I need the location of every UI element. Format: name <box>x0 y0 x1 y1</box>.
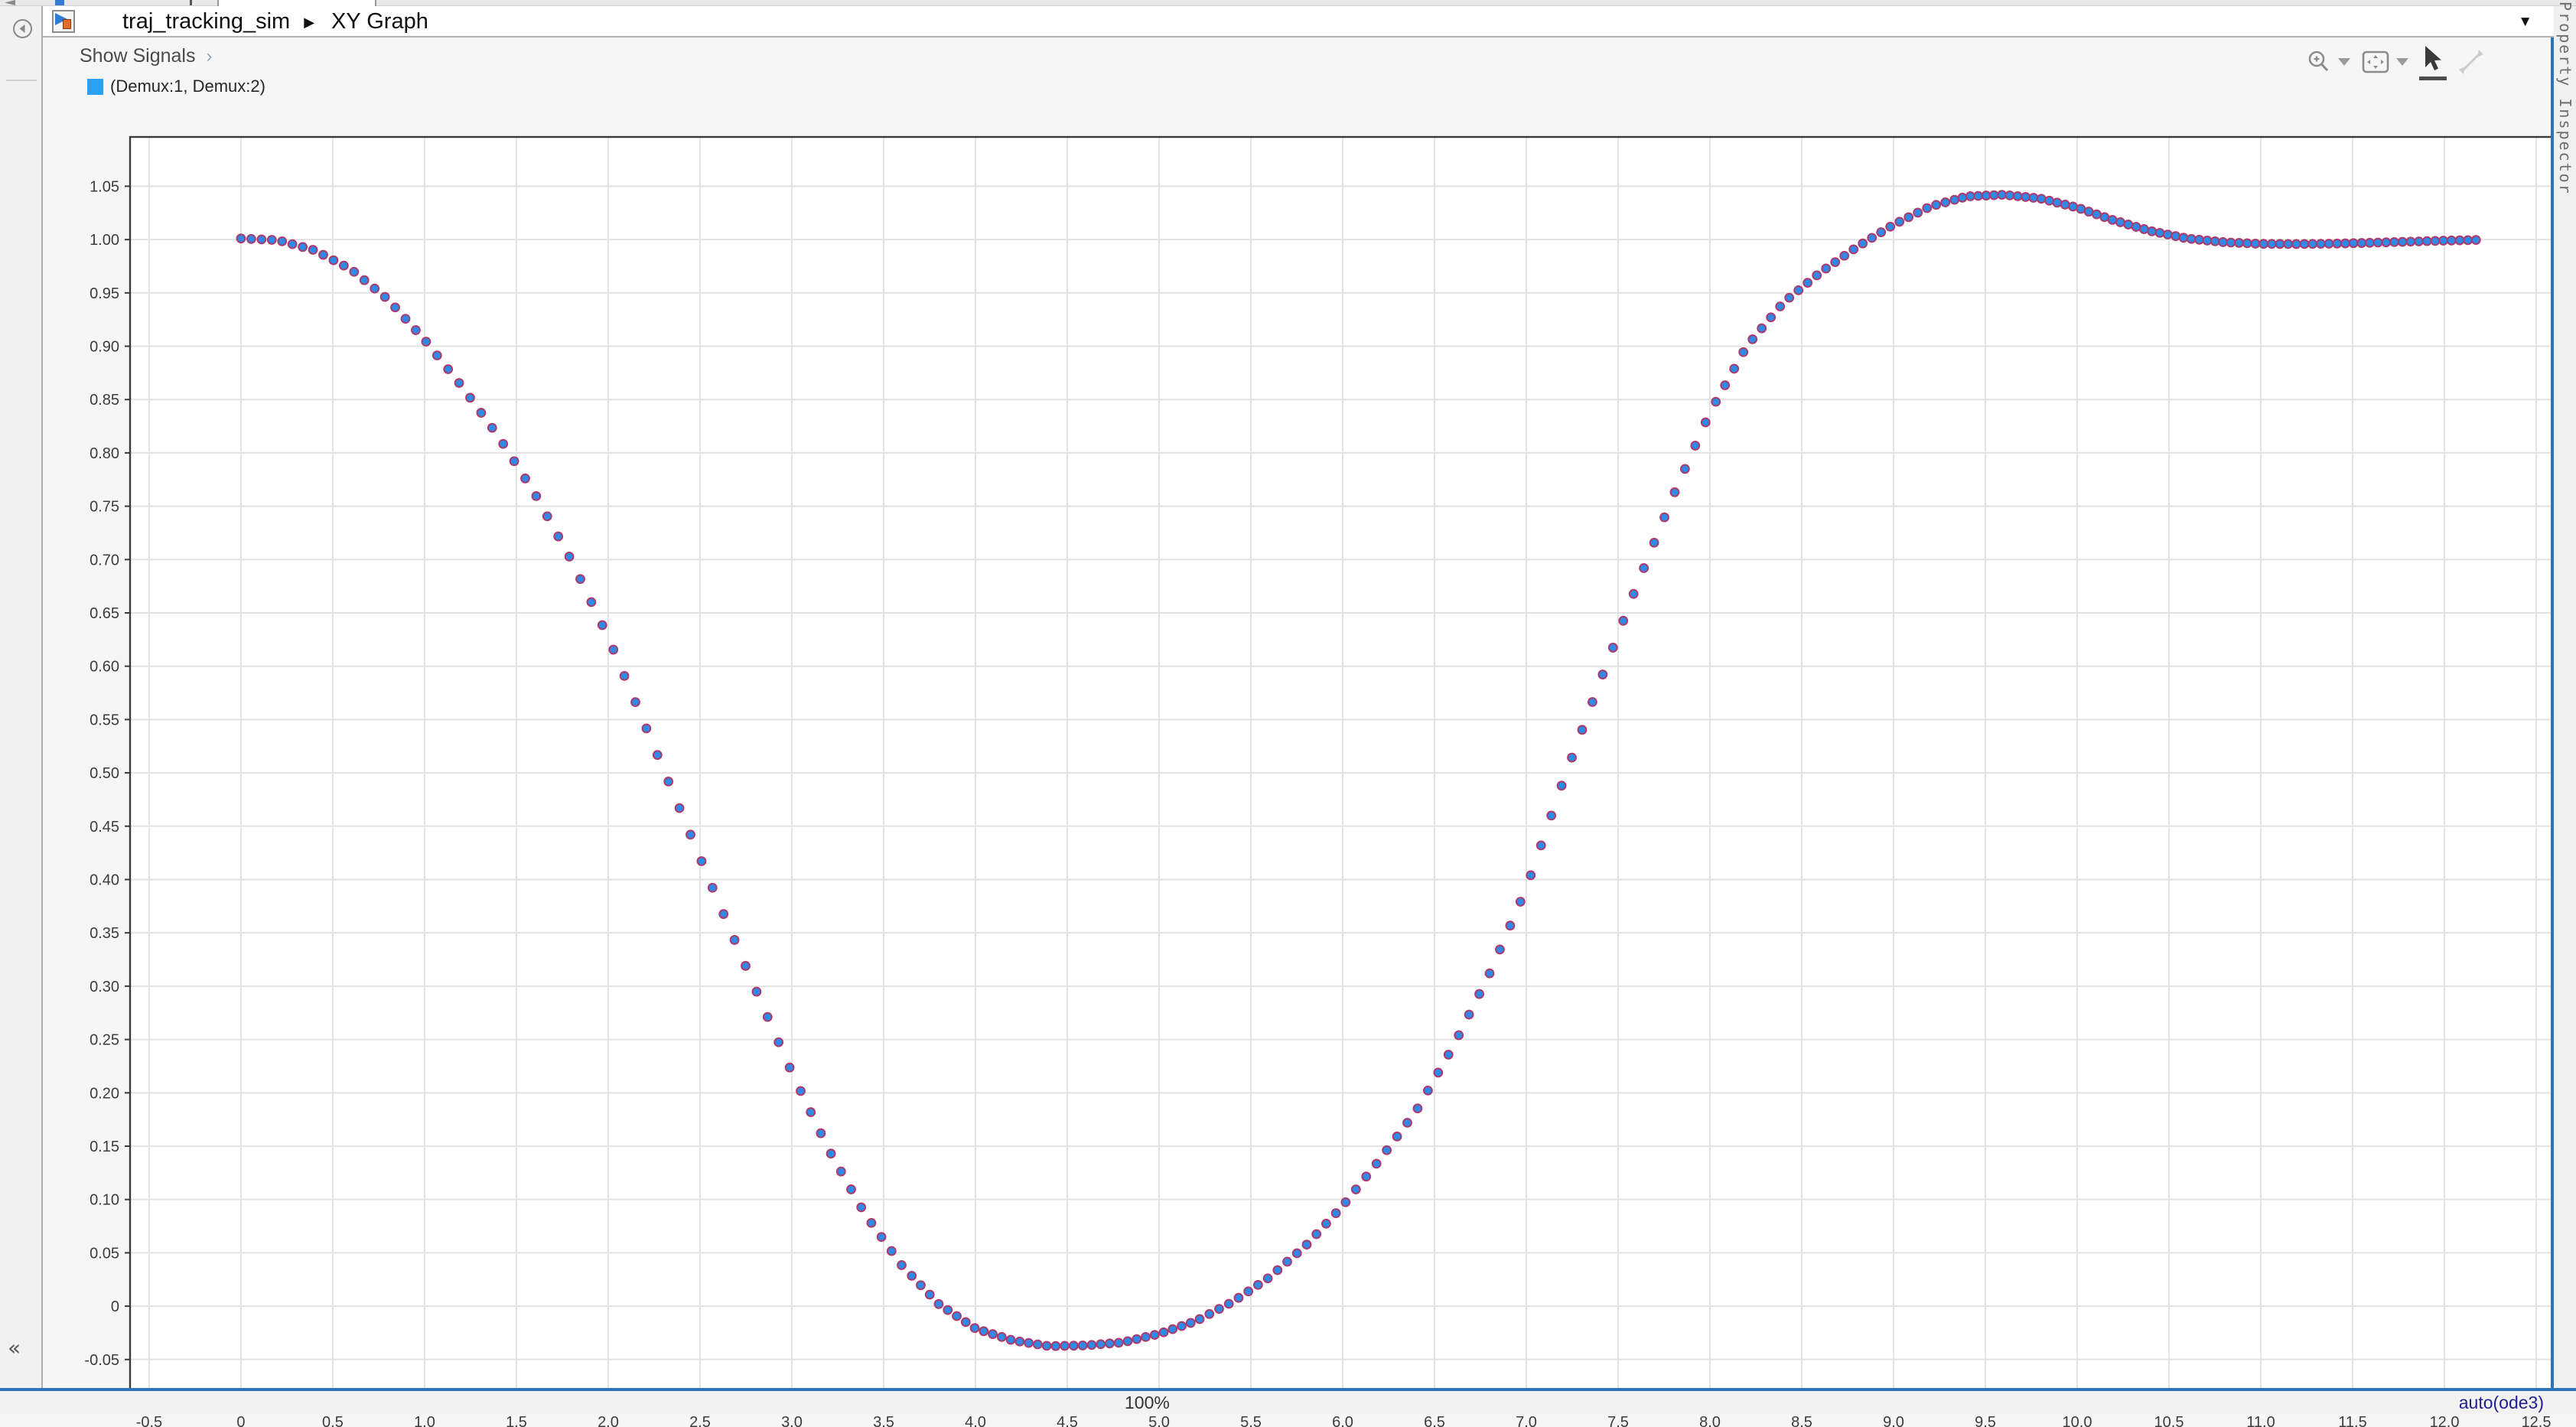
svg-text:1.5: 1.5 <box>506 1414 527 1427</box>
plot-toolbar <box>2306 41 2485 83</box>
svg-text:0.30: 0.30 <box>90 979 119 995</box>
svg-text:0.75: 0.75 <box>90 499 119 516</box>
canvas-border-right <box>2551 37 2554 1391</box>
svg-text:10.5: 10.5 <box>2154 1414 2184 1427</box>
svg-text:10.0: 10.0 <box>2063 1414 2092 1427</box>
cursor-arrow-icon <box>2419 44 2447 73</box>
svg-text:0: 0 <box>111 1298 119 1315</box>
cursor-tool-button[interactable] <box>2419 44 2447 80</box>
svg-text:0.70: 0.70 <box>90 552 119 569</box>
canvas-border-bottom <box>0 1388 2576 1391</box>
svg-text:5.0: 5.0 <box>1148 1414 1170 1427</box>
collapse-icon[interactable]: « <box>8 1335 21 1360</box>
right-rail: Property Inspector <box>2554 6 2576 1414</box>
svg-text:0.50: 0.50 <box>90 765 119 782</box>
zoom-dropdown-caret-icon[interactable] <box>2338 58 2350 66</box>
svg-text:4.5: 4.5 <box>1057 1414 1078 1427</box>
breadcrumb-dropdown-icon[interactable]: ▼ <box>2518 14 2532 31</box>
svg-text:1.05: 1.05 <box>90 178 119 195</box>
svg-text:2.0: 2.0 <box>598 1414 619 1427</box>
clipped-cursor-fragment <box>190 0 192 5</box>
property-inspector-tab[interactable]: Property Inspector <box>2556 2 2574 195</box>
scope-canvas: Show Signals › <box>43 39 2551 1388</box>
rail-divider <box>6 80 37 81</box>
svg-text:-0.5: -0.5 <box>136 1414 162 1427</box>
svg-text:0.90: 0.90 <box>90 338 119 355</box>
svg-text:0.40: 0.40 <box>90 872 119 888</box>
fit-to-view-icon <box>2361 49 2390 75</box>
back-arrow-icon <box>20 24 25 33</box>
svg-text:0.80: 0.80 <box>90 445 119 462</box>
svg-text:12.0: 12.0 <box>2430 1414 2460 1427</box>
back-button[interactable] <box>12 18 33 39</box>
legend-swatch-icon <box>87 79 103 95</box>
chevron-right-icon: › <box>206 46 212 67</box>
svg-text:0.85: 0.85 <box>90 392 119 409</box>
svg-text:0: 0 <box>236 1414 245 1427</box>
svg-text:0.35: 0.35 <box>90 925 119 942</box>
svg-text:6.5: 6.5 <box>1424 1414 1445 1427</box>
breadcrumb-block-label[interactable]: XY Graph <box>331 9 428 34</box>
xy-plot-svg[interactable]: -0.5 0 0.5 1.0 1.5 2.0 2.5 3.0 3.5 4.0 4.5 5.0 5.5 6.… <box>84 131 2576 1427</box>
model-block-icon <box>63 19 71 29</box>
svg-text:3.0: 3.0 <box>781 1414 803 1427</box>
expand-arrows-icon <box>2457 48 2485 76</box>
svg-text:0.10: 0.10 <box>90 1192 119 1209</box>
breadcrumb-model-link[interactable]: traj_tracking_sim <box>122 9 290 34</box>
svg-text:9.5: 9.5 <box>1975 1414 1996 1427</box>
solver-label: auto(ode3) <box>2459 1393 2544 1413</box>
clipped-model-tab-icon <box>55 0 64 5</box>
fit-to-view-button[interactable] <box>2361 49 2408 75</box>
svg-text:-0.05: -0.05 <box>84 1352 119 1369</box>
zoom-in-icon <box>2306 49 2332 75</box>
expand-button[interactable] <box>2457 48 2485 76</box>
svg-text:0.5: 0.5 <box>322 1414 344 1427</box>
svg-text:0.95: 0.95 <box>90 285 119 302</box>
svg-text:0.65: 0.65 <box>90 605 119 622</box>
svg-text:11.0: 11.0 <box>2246 1414 2275 1427</box>
show-signals-label: Show Signals <box>80 45 195 67</box>
fit-dropdown-caret-icon[interactable] <box>2396 58 2408 66</box>
svg-text:0.05: 0.05 <box>90 1245 119 1262</box>
left-rail: « <box>0 6 43 1388</box>
svg-text:12.5: 12.5 <box>2522 1414 2552 1427</box>
clipped-arrow-icon <box>5 0 15 5</box>
svg-text:5.5: 5.5 <box>1240 1414 1262 1427</box>
status-bar: 100% auto(ode3) <box>0 1391 2576 1414</box>
clipped-tab-fragment <box>217 0 376 6</box>
zoom-level-label: 100% <box>1125 1393 1170 1413</box>
clipped-toolbar-strip <box>0 0 2576 6</box>
zoom-tool-button[interactable] <box>2306 49 2350 75</box>
svg-text:9.0: 9.0 <box>1883 1414 1904 1427</box>
legend-item[interactable]: (Demux:1, Demux:2) <box>87 77 265 96</box>
svg-text:0.25: 0.25 <box>90 1032 119 1049</box>
svg-text:1.0: 1.0 <box>414 1414 435 1427</box>
breadcrumb-separator-icon: ▶ <box>304 15 314 31</box>
svg-text:7.5: 7.5 <box>1607 1414 1629 1427</box>
xy-plot-area[interactable]: -0.5 0 0.5 1.0 1.5 2.0 2.5 3.0 3.5 4.0 4.5 5.0 5.5 6.… <box>84 131 2576 1427</box>
svg-text:11.5: 11.5 <box>2338 1414 2366 1427</box>
show-signals-link[interactable]: Show Signals › <box>80 45 212 67</box>
svg-text:1.00: 1.00 <box>90 232 119 249</box>
svg-text:8.0: 8.0 <box>1699 1414 1721 1427</box>
svg-text:8.5: 8.5 <box>1791 1414 1812 1427</box>
svg-text:0.55: 0.55 <box>90 712 119 728</box>
breadcrumb: traj_tracking_sim ▶ XY Graph <box>122 9 428 34</box>
svg-text:6.0: 6.0 <box>1332 1414 1353 1427</box>
simulink-model-icon <box>52 10 75 33</box>
svg-text:0.20: 0.20 <box>90 1085 119 1102</box>
legend-label: (Demux:1, Demux:2) <box>110 77 265 96</box>
svg-text:3.5: 3.5 <box>873 1414 894 1427</box>
svg-text:4.0: 4.0 <box>965 1414 986 1427</box>
breadcrumb-bar: traj_tracking_sim ▶ XY Graph ▼ <box>43 6 2554 37</box>
svg-text:2.5: 2.5 <box>689 1414 711 1427</box>
svg-text:7.0: 7.0 <box>1516 1414 1537 1427</box>
svg-text:0.45: 0.45 <box>90 819 119 836</box>
svg-text:0.60: 0.60 <box>90 659 119 676</box>
svg-text:0.15: 0.15 <box>90 1139 119 1155</box>
